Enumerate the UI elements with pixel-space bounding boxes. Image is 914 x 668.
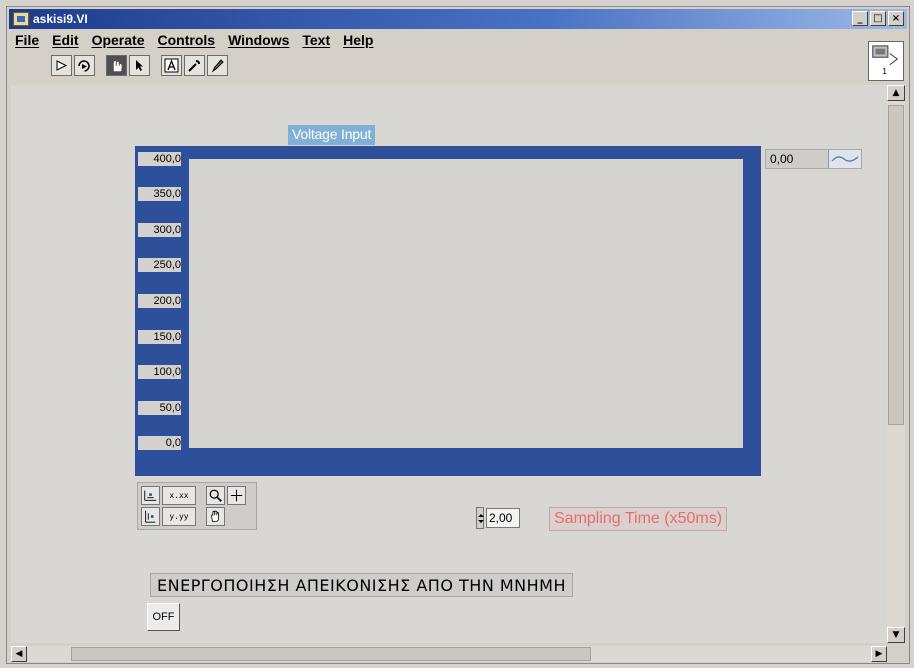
coloring-tool-button[interactable] bbox=[207, 55, 228, 76]
close-button[interactable]: × bbox=[888, 11, 904, 26]
x-format-button[interactable]: x.xx bbox=[162, 486, 196, 505]
menu-help[interactable]: Help bbox=[343, 32, 373, 52]
y-tick: 0,0 bbox=[138, 436, 181, 450]
coloring-tool-icon bbox=[211, 59, 224, 73]
horizontal-scrollbar[interactable]: ◀ ▶ bbox=[11, 646, 887, 662]
run-continuously-icon bbox=[78, 60, 90, 72]
labview-app-icon bbox=[13, 12, 29, 26]
toolbar bbox=[51, 55, 230, 79]
plot-area[interactable] bbox=[189, 159, 743, 448]
plot-legend[interactable]: 0,00 bbox=[765, 149, 862, 169]
graph-palette: x.xx y.yy bbox=[137, 482, 257, 530]
menu-edit[interactable]: Edit bbox=[52, 32, 78, 52]
connector-pane-icon[interactable]: 1 bbox=[868, 41, 904, 81]
vertical-scrollbar[interactable]: ▲ ▼ bbox=[887, 85, 905, 643]
y-autoscale-icon bbox=[145, 510, 156, 523]
legend-plot-style-icon[interactable] bbox=[828, 150, 861, 168]
increment-decrement-button[interactable] bbox=[476, 507, 484, 529]
title-bar[interactable]: askisi9.VI _ □ × bbox=[9, 9, 907, 29]
scroll-corner bbox=[887, 646, 905, 662]
x-autoscale-icon bbox=[144, 490, 157, 501]
vertical-scroll-thumb[interactable] bbox=[888, 105, 904, 425]
scroll-down-button[interactable]: ▼ bbox=[887, 627, 905, 643]
menu-text[interactable]: Text bbox=[302, 32, 330, 52]
scroll-right-button[interactable]: ▶ bbox=[871, 646, 887, 662]
maximize-button[interactable]: □ bbox=[870, 11, 886, 26]
menu-bar: File Edit Operate Controls Windows Text … bbox=[15, 32, 373, 52]
positioning-tool-icon bbox=[136, 60, 143, 71]
positioning-tool-button[interactable] bbox=[129, 55, 150, 76]
vi-window: askisi9.VI _ □ × File Edit Operate Contr… bbox=[6, 6, 910, 664]
y-tick: 50,0 bbox=[138, 401, 181, 415]
y-tick: 350,0 bbox=[138, 187, 181, 201]
operate-tool-icon bbox=[113, 60, 122, 72]
zoom-button[interactable] bbox=[206, 486, 225, 505]
labeling-tool-icon bbox=[164, 58, 179, 73]
sampling-time-control[interactable]: 2,00 bbox=[476, 507, 542, 529]
y-tick: 400,0 bbox=[138, 152, 181, 166]
y-tick: 150,0 bbox=[138, 330, 181, 344]
scroll-left-button[interactable]: ◀ bbox=[11, 646, 27, 662]
pan-button[interactable] bbox=[206, 507, 225, 526]
menu-operate[interactable]: Operate bbox=[92, 32, 145, 52]
memory-display-toggle-button[interactable]: OFF bbox=[147, 603, 180, 631]
labeling-tool-button[interactable] bbox=[161, 55, 182, 76]
legend-value: 0,00 bbox=[770, 152, 794, 166]
x-autoscale-button[interactable] bbox=[141, 486, 160, 505]
memory-display-label: ΕΝΕΡΓΟΠΟΙΗΣΗ ΑΠΕΙΚΟΝΙΣΗΣ ΑΠΟ ΤΗΝ ΜΝΗΜΗ bbox=[150, 573, 574, 597]
front-panel: Voltage Input 400,0 350,0 300,0 250,0 20… bbox=[11, 85, 887, 643]
sampling-time-label: Sampling Time (x50ms) bbox=[549, 507, 728, 531]
run-icon bbox=[56, 60, 68, 71]
y-format-button[interactable]: y.yy bbox=[162, 507, 196, 526]
y-tick: 250,0 bbox=[138, 258, 181, 272]
window-title: askisi9.VI bbox=[33, 12, 88, 26]
crosshair-icon bbox=[230, 489, 243, 502]
operate-tool-button[interactable] bbox=[106, 55, 127, 76]
menu-file[interactable]: File bbox=[15, 32, 39, 52]
wiring-tool-button[interactable] bbox=[184, 55, 205, 76]
waveform-chart[interactable]: 400,0 350,0 300,0 250,0 200,0 150,0 100,… bbox=[135, 146, 761, 476]
graph-label: Voltage Input bbox=[288, 125, 376, 145]
pan-hand-icon bbox=[211, 510, 219, 522]
horizontal-scroll-thumb[interactable] bbox=[71, 647, 591, 661]
run-button[interactable] bbox=[51, 55, 72, 76]
scroll-up-button[interactable]: ▲ bbox=[887, 85, 905, 101]
menu-controls[interactable]: Controls bbox=[158, 32, 216, 52]
y-autoscale-button[interactable] bbox=[141, 507, 160, 526]
wiring-tool-icon bbox=[188, 60, 200, 72]
crosshair-button[interactable] bbox=[227, 486, 246, 505]
y-tick: 100,0 bbox=[138, 365, 181, 379]
zoom-icon bbox=[209, 489, 222, 502]
menu-windows[interactable]: Windows bbox=[228, 32, 289, 52]
y-tick: 200,0 bbox=[138, 294, 181, 308]
minimize-button[interactable]: _ bbox=[852, 11, 868, 26]
connector-number: 1 bbox=[882, 66, 887, 76]
sampling-time-value[interactable]: 2,00 bbox=[486, 508, 520, 528]
run-continuously-button[interactable] bbox=[74, 55, 95, 76]
y-tick: 300,0 bbox=[138, 223, 181, 237]
